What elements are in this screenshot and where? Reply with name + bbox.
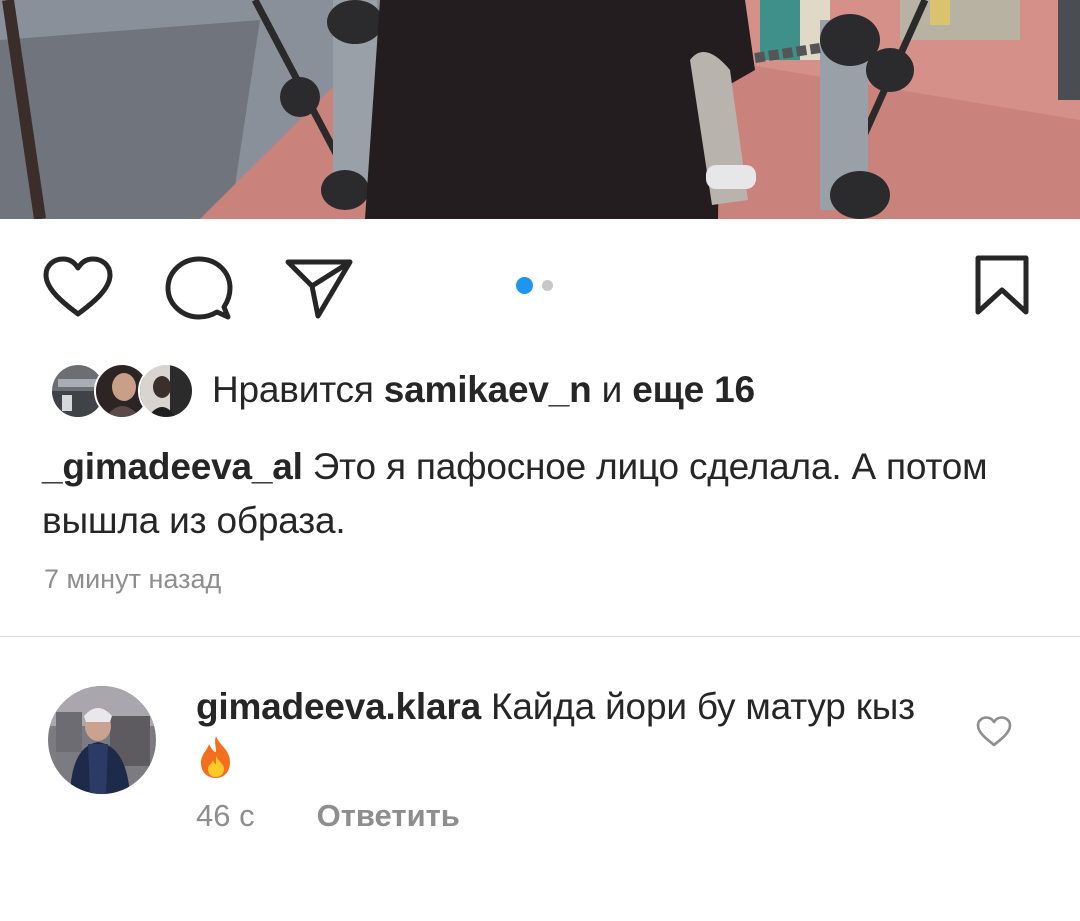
comment-text: Кайда йори бу матур кыз bbox=[480, 686, 915, 727]
likes-count-link[interactable]: еще 16 bbox=[632, 369, 755, 410]
likes-summary: Нравится samikaev_n и еще 16 bbox=[212, 369, 755, 410]
carousel-indicator bbox=[516, 277, 553, 294]
reply-button[interactable]: Ответить bbox=[317, 798, 460, 834]
carousel-dot-active bbox=[516, 277, 533, 294]
post-timestamp: 7 минут назад bbox=[44, 564, 222, 594]
liker-avatars bbox=[50, 362, 194, 419]
comment-age: 46 с bbox=[196, 798, 255, 833]
fire-emoji-icon bbox=[196, 734, 236, 795]
post-photo-image bbox=[0, 0, 1080, 219]
likes-row[interactable]: Нравится samikaev_n и еще 16 bbox=[50, 362, 755, 419]
paper-plane-icon[interactable] bbox=[284, 258, 354, 320]
comment-meta: 46 с Ответить bbox=[196, 798, 460, 834]
caption-username[interactable]: _gimadeeva_al bbox=[42, 446, 303, 487]
divider bbox=[0, 636, 1080, 637]
carousel-dot bbox=[542, 280, 553, 291]
post-caption: _gimadeeva_al Это я пафосное лицо сделал… bbox=[42, 440, 1042, 548]
heart-outline-icon[interactable] bbox=[976, 716, 1012, 748]
comment-username[interactable]: gimadeeva.klara bbox=[196, 686, 481, 727]
post-photo[interactable] bbox=[0, 0, 1080, 219]
avatar[interactable] bbox=[48, 686, 156, 794]
avatar bbox=[138, 363, 194, 419]
comment-bubble-icon[interactable] bbox=[164, 255, 234, 325]
liker-username[interactable]: samikaev_n bbox=[384, 369, 592, 410]
heart-icon[interactable] bbox=[42, 256, 114, 320]
comment-body: gimadeeva.klara Кайда йори бу матур кыз bbox=[196, 680, 936, 795]
bookmark-icon[interactable] bbox=[974, 254, 1030, 316]
